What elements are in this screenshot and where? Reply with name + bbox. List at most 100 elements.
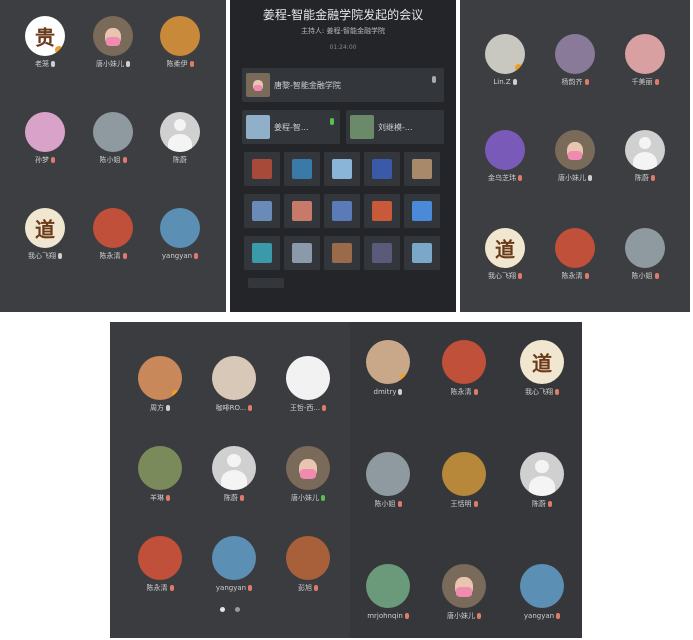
video-thumbnail[interactable] [324, 236, 360, 270]
video-thumbnail[interactable] [364, 152, 400, 186]
participant-avatar [442, 340, 486, 384]
mic-icon [432, 76, 436, 83]
mic-icon [58, 253, 62, 259]
participant-tile[interactable]: 陈小姐 [83, 112, 143, 165]
participant-tile[interactable]: 贵老笼 [15, 16, 75, 69]
mic-muted-icon [654, 273, 659, 279]
video-thumbnail[interactable] [324, 152, 360, 186]
participant-tile[interactable]: 陈永清 [545, 228, 605, 281]
participant-tile[interactable]: 陈蔚 [204, 446, 264, 503]
participant-tile[interactable]: dmitry [358, 340, 418, 397]
participant-tile[interactable]: mrjohnqin [358, 564, 418, 621]
participant-name: 孙梦 [15, 155, 75, 165]
video-thumbnail[interactable] [364, 194, 400, 228]
participant-name: mrjohnqin [358, 611, 418, 621]
mic-active-icon [330, 118, 334, 125]
participant-avatar [93, 16, 133, 56]
page-dot-1[interactable] [220, 607, 226, 612]
host-badge-icon [55, 46, 63, 54]
participant-avatar [625, 130, 665, 170]
participant-name: 咖啡RO... [204, 403, 264, 413]
video-thumbnail[interactable] [244, 236, 280, 270]
participant-tile[interactable]: 唐小妹儿 [545, 130, 605, 183]
participant-tile[interactable]: 陈蔚 [615, 130, 675, 183]
participant-avatar [485, 34, 525, 74]
video-thumbnail[interactable] [244, 194, 280, 228]
participant-avatar [25, 112, 65, 152]
participant-tile[interactable]: 羊琳 [130, 446, 190, 503]
featured-speaker-card[interactable]: 唐黎-智能金融学院 [242, 68, 444, 102]
mic-muted-icon [654, 79, 659, 85]
participant-tile[interactable]: 王恬明 [434, 452, 494, 509]
video-thumbnail[interactable] [324, 194, 360, 228]
mic-icon [512, 79, 517, 85]
participant-name: 唐小妹儿 [278, 493, 338, 503]
pair-card-1[interactable]: 姜程-智... [242, 110, 340, 144]
pair-card-2[interactable]: 刘继模-... [346, 110, 444, 144]
participant-avatar [212, 536, 256, 580]
participant-tile[interactable]: 陈永清 [83, 208, 143, 261]
participant-tile[interactable]: 王哲-西... [278, 356, 338, 413]
participant-avatar [520, 452, 564, 496]
participants-panel-4: 周方 咖啡RO... 王哲-西... 羊琳 陈蔚 唐小妹儿陈永清 yangyan 彭旭 [110, 322, 350, 638]
participant-name: yangyan [512, 611, 572, 621]
participant-tile[interactable]: 陈小姐 [358, 452, 418, 509]
participant-tile[interactable]: 金乌芝玮 [475, 130, 535, 183]
participant-tile[interactable]: 周方 [130, 356, 190, 413]
participant-tile[interactable]: 唐小妹儿 [83, 16, 143, 69]
mic-muted-icon [556, 613, 561, 619]
participant-name: 陈蔚 [204, 493, 264, 503]
page-indicator[interactable] [110, 597, 350, 616]
participant-tile[interactable]: 陈永清 [130, 536, 190, 593]
video-thumbnail[interactable] [284, 194, 320, 228]
participant-avatar [520, 564, 564, 608]
video-thumbnail[interactable] [404, 152, 440, 186]
avatar-symbol: 道 [35, 217, 55, 242]
mic-muted-icon [584, 273, 589, 279]
participant-avatar [286, 536, 330, 580]
participant-tile[interactable]: 杨韵齐 [545, 34, 605, 87]
participant-tile[interactable]: 彭旭 [278, 536, 338, 593]
mic-icon [588, 175, 592, 181]
participant-name: 杨韵齐 [545, 77, 605, 87]
mic-muted-icon [397, 501, 402, 507]
participant-name: Lin.Z [475, 77, 535, 87]
participant-tile[interactable]: 陈柔伊 [150, 16, 210, 69]
participant-tile[interactable]: yangyan [150, 208, 210, 261]
participant-tile[interactable]: 唐小妹儿 [434, 564, 494, 621]
page-dot-2[interactable] [234, 607, 240, 612]
mic-muted-icon [166, 495, 170, 501]
video-thumbnail[interactable] [284, 152, 320, 186]
participant-tile[interactable]: 孙梦 [15, 112, 75, 165]
participant-tile[interactable]: Lin.Z [475, 34, 535, 87]
participant-avatar [160, 208, 200, 248]
participant-tile[interactable]: 道我心飞翔 [15, 208, 75, 261]
video-thumbnail[interactable] [404, 194, 440, 228]
video-thumbnail[interactable] [404, 236, 440, 270]
participant-tile[interactable]: yangyan [512, 564, 572, 621]
meeting-timer: 01:24:00 [329, 44, 357, 51]
participant-tile[interactable]: yangyan [204, 536, 264, 593]
mic-muted-icon [404, 613, 409, 619]
mic-muted-icon [240, 495, 244, 501]
participant-avatar: 道 [25, 208, 65, 248]
participant-tile[interactable]: 陈蔚 [150, 112, 210, 165]
mic-icon [51, 61, 55, 67]
participants-panel-3: Lin.Z 杨韵齐 千美丽金乌芝玮 唐小妹儿 陈蔚道我心飞翔 陈永清 陈小姐 [460, 0, 690, 312]
video-thumbnail[interactable] [284, 236, 320, 270]
participant-name: dmitry [358, 387, 418, 397]
participant-tile[interactable]: 唐小妹儿 [278, 446, 338, 503]
participant-tile[interactable]: 千美丽 [615, 34, 675, 87]
participant-avatar [160, 112, 200, 152]
participant-tile[interactable]: 咖啡RO... [204, 356, 264, 413]
participant-tile[interactable]: 陈永清 [434, 340, 494, 397]
participant-name: 王恬明 [434, 499, 494, 509]
participant-avatar [625, 228, 665, 268]
participant-tile[interactable]: 陈小姐 [615, 228, 675, 281]
participant-tile[interactable]: 陈蔚 [512, 452, 572, 509]
mic-muted-icon [189, 61, 194, 67]
participant-tile[interactable]: 道我心飞翔 [512, 340, 572, 397]
video-thumbnail[interactable] [364, 236, 400, 270]
video-thumbnail[interactable] [244, 152, 280, 186]
participant-tile[interactable]: 道我心飞翔 [475, 228, 535, 281]
